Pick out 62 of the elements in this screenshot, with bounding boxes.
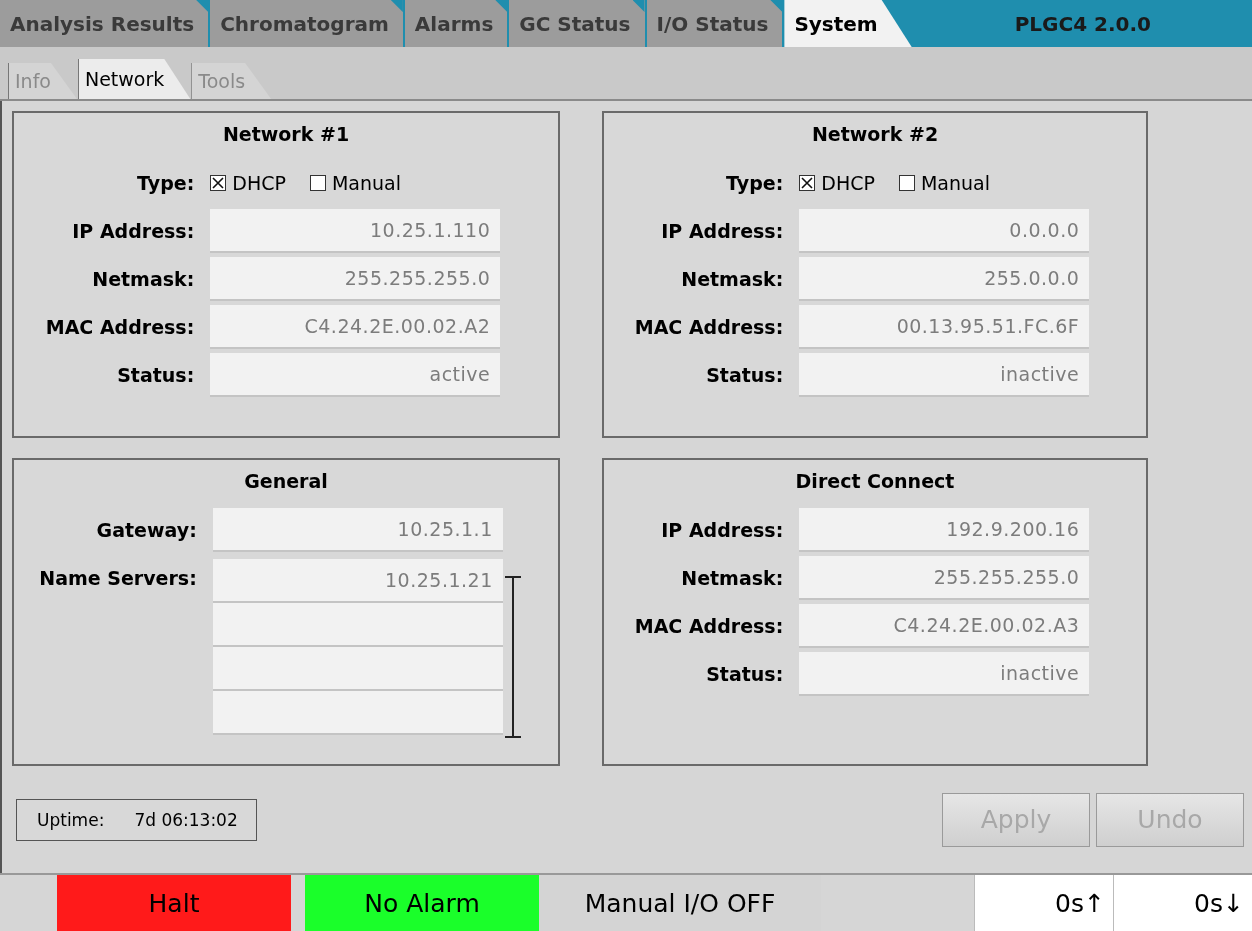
checkbox[interactable] (898, 175, 915, 191)
value-field[interactable] (212, 647, 503, 691)
value-field[interactable] (212, 691, 503, 735)
field-label: Type: (725, 171, 784, 196)
value-field[interactable]: 00.13.95.51.FC.6F (799, 305, 1090, 349)
status-indicator: Halt (57, 875, 291, 931)
value-field[interactable]: C4.24.2E.00.02.A2 (210, 305, 501, 349)
value-field[interactable]: inactive (799, 652, 1090, 696)
panel-title: Network #1 (222, 123, 350, 145)
sub-tab[interactable]: Tools (191, 63, 272, 99)
field-label: Type: (136, 171, 195, 196)
value-field[interactable]: 192.9.200.16 (799, 508, 1090, 552)
value-field[interactable]: 10.25.1.21 (212, 559, 503, 603)
main-tab[interactable]: System (784, 0, 912, 47)
value-field[interactable]: 255.255.255.0 (799, 556, 1090, 600)
option-label: DHCP (821, 172, 875, 194)
timer-readout: 0s↑ (974, 875, 1113, 931)
value-field[interactable]: 10.25.1.1 (212, 508, 503, 552)
main-tab[interactable]: Chromatogram (210, 0, 403, 47)
version-label: PLGC4 2.0.0 (1013, 10, 1152, 38)
value-field[interactable]: active (210, 353, 501, 397)
sub-tab[interactable]: Network (77, 59, 191, 99)
value-field[interactable]: 255.255.255.0 (210, 257, 501, 301)
status-indicator: No Alarm (305, 875, 539, 931)
field-label: Status: (116, 363, 195, 388)
main-tab[interactable]: Analysis Results (0, 0, 209, 47)
bracket-icon (502, 576, 523, 738)
option-label: Manual (331, 172, 401, 194)
main-tab[interactable]: GC Status (509, 0, 645, 47)
checkbox[interactable] (210, 175, 227, 191)
field-label: MAC Address: (45, 315, 195, 340)
value-field[interactable] (212, 603, 503, 647)
uptime-label: Uptime: (37, 809, 105, 830)
field-label: MAC Address: (634, 614, 784, 639)
timer-readout: 0s↓ (1113, 875, 1252, 931)
field-label: Status: (705, 363, 784, 388)
sub-tab[interactable]: Info (8, 63, 77, 99)
value-field[interactable]: C4.24.2E.00.02.A3 (799, 604, 1090, 648)
panel-title: Direct Connect (795, 470, 955, 492)
field-label: IP Address: (660, 518, 784, 543)
uptime-value: 7d 06:13:02 (134, 809, 238, 830)
field-label: Netmask: (91, 267, 195, 292)
panel-title: Network #2 (811, 123, 939, 145)
field-label: Gateway: (95, 518, 197, 543)
field-label: Name Servers: (39, 566, 197, 591)
field-label: Status: (705, 662, 784, 687)
option-label: Manual (920, 172, 990, 194)
field-label: IP Address: (660, 219, 784, 244)
field-label: IP Address: (71, 219, 195, 244)
value-field[interactable]: 10.25.1.110 (210, 209, 501, 253)
option-label: DHCP (232, 172, 286, 194)
value-field[interactable]: inactive (799, 353, 1090, 397)
field-label: MAC Address: (634, 315, 784, 340)
panel-title: General (244, 470, 328, 492)
checkbox[interactable] (309, 175, 326, 191)
field-label: Netmask: (680, 566, 784, 591)
field-label: Netmask: (680, 267, 784, 292)
value-field[interactable]: 255.0.0.0 (799, 257, 1090, 301)
checkbox[interactable] (799, 175, 816, 191)
main-tab[interactable]: Alarms (404, 0, 508, 47)
value-field[interactable]: 0.0.0.0 (799, 209, 1090, 253)
main-tab[interactable]: I/O Status (646, 0, 783, 47)
